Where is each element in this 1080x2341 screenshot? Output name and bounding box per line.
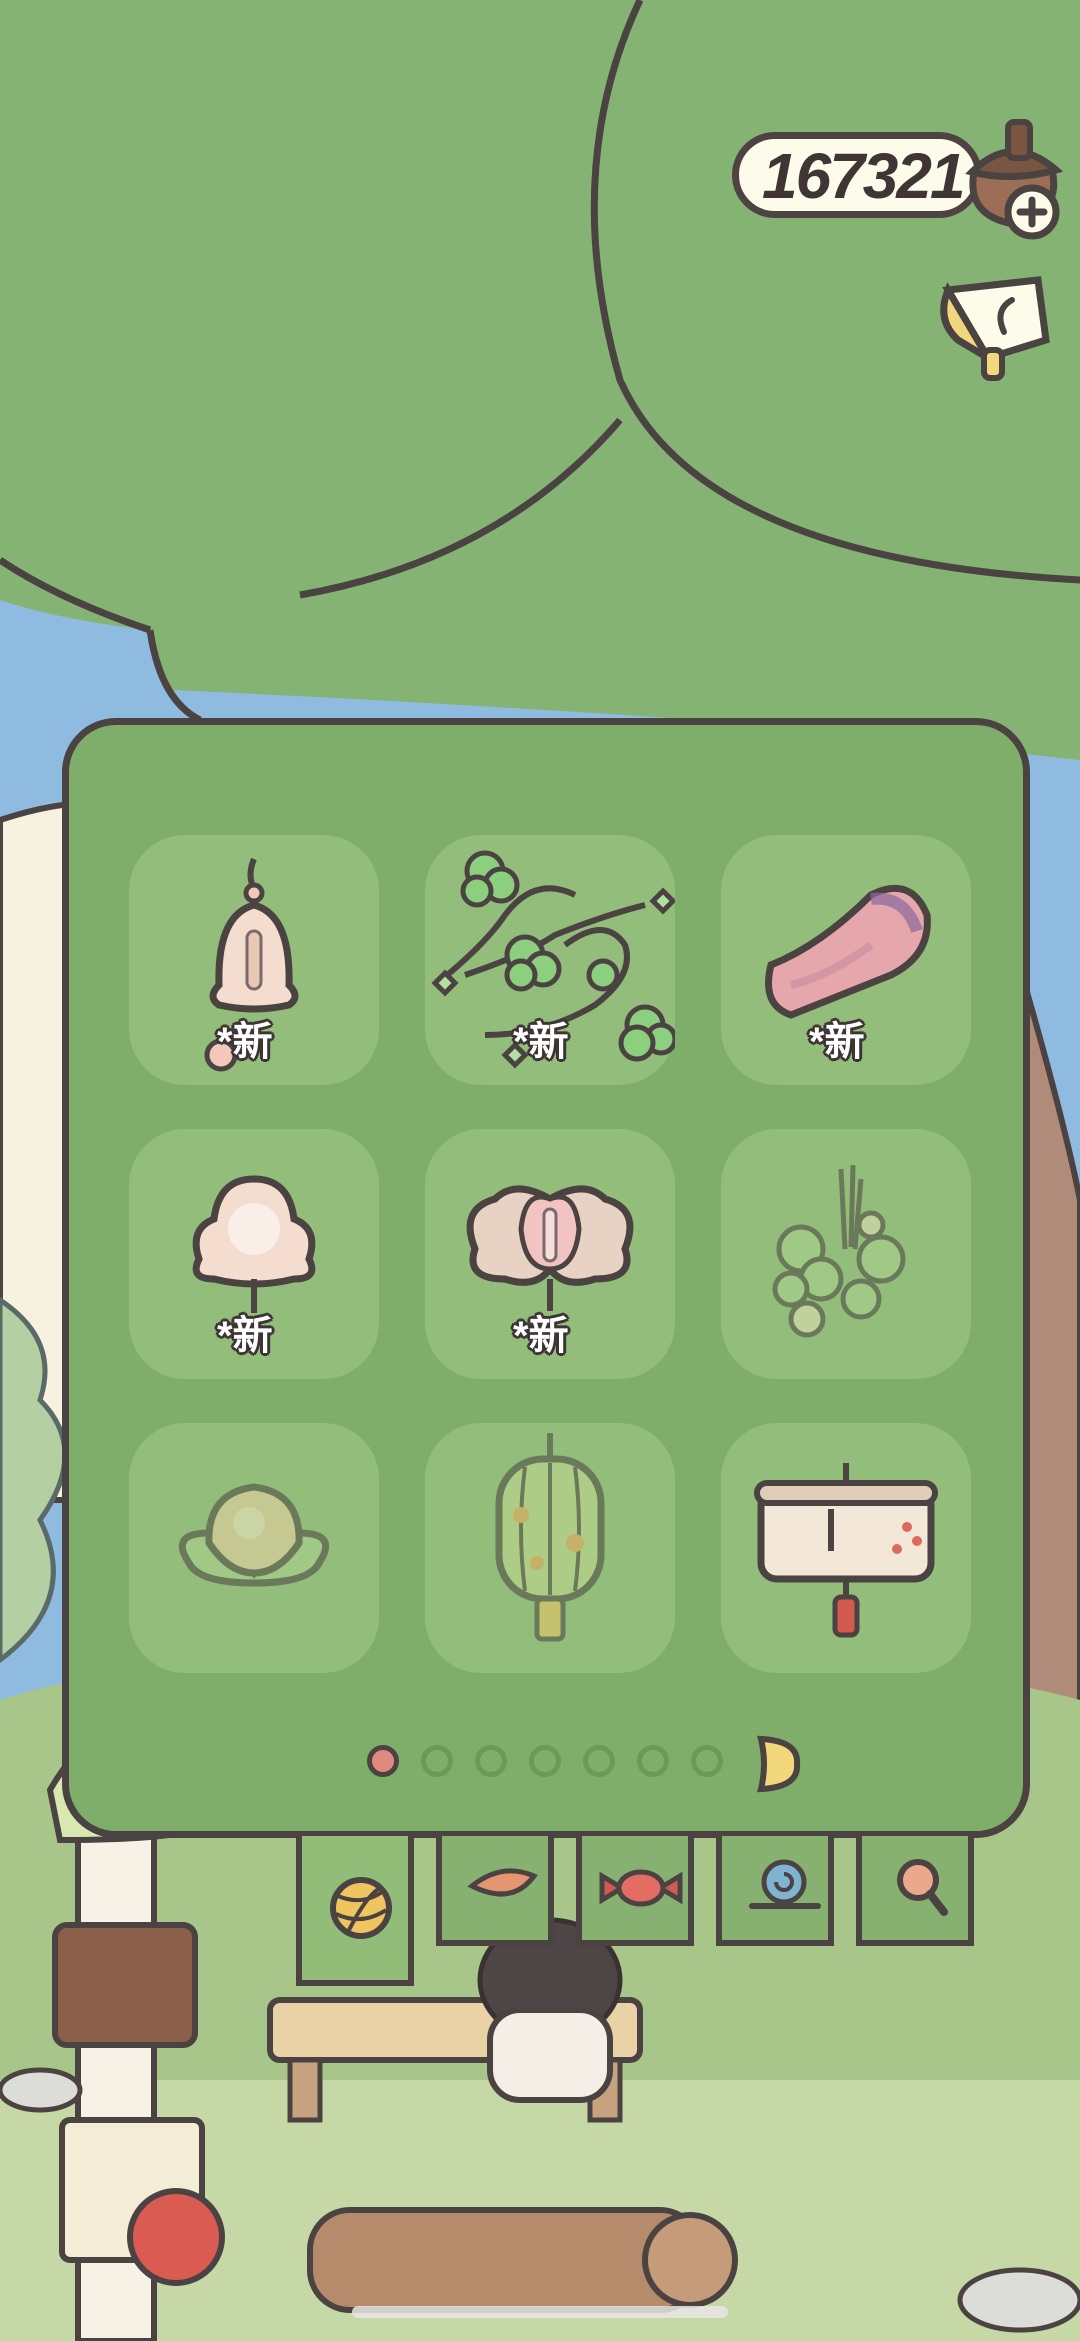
item-slot-8[interactable]: [425, 1423, 675, 1673]
tab-leaf[interactable]: [436, 1836, 554, 1946]
tab-search[interactable]: [856, 1836, 974, 1946]
item-panel: *新 *新 *新 *新 *新: [62, 718, 1030, 1838]
item-slot-7[interactable]: [129, 1423, 379, 1673]
item-slot-5[interactable]: *新: [425, 1129, 675, 1379]
page-dot-6[interactable]: [637, 1745, 669, 1777]
page-dot-5[interactable]: [583, 1745, 615, 1777]
herb-bouquet-icon: [772, 1164, 906, 1338]
tab-snail[interactable]: [716, 1836, 834, 1946]
item-slot-9[interactable]: [721, 1423, 971, 1673]
page-dot-2[interactable]: [421, 1745, 453, 1777]
drum-lantern-icon: [754, 1463, 938, 1638]
item-slot-6[interactable]: [721, 1129, 971, 1379]
yarn-ball-icon: [330, 1877, 392, 1939]
candy-icon: [599, 1869, 683, 1907]
currency-amount: 167321: [762, 140, 966, 212]
acorn-plus-icon[interactable]: [952, 112, 1072, 242]
paper-lantern-icon: [495, 1433, 605, 1642]
new-badge: *新: [217, 1314, 273, 1358]
page-dot-4[interactable]: [529, 1745, 561, 1777]
leaf-icon: [467, 1868, 538, 1897]
home-indicator[interactable]: [352, 2306, 728, 2318]
item-slot-3[interactable]: *新: [721, 835, 971, 1085]
page-dot-1[interactable]: [367, 1745, 399, 1777]
peach-bun-icon: [178, 1483, 330, 1587]
magnifier-icon: [897, 1859, 948, 1916]
notice-flag-icon[interactable]: [928, 270, 1058, 390]
page-dot-7[interactable]: [691, 1745, 723, 1777]
tab-yarn[interactable]: [296, 1836, 414, 1986]
next-page-arrow-icon[interactable]: [755, 1735, 801, 1793]
new-badge: *新: [809, 1020, 865, 1064]
item-slot-2[interactable]: *新: [425, 835, 675, 1085]
tab-candy[interactable]: [576, 1836, 694, 1946]
page-dot-3[interactable]: [475, 1745, 507, 1777]
snail-icon: [749, 1859, 821, 1909]
item-slot-1[interactable]: *新: [129, 835, 379, 1085]
item-slot-4[interactable]: *新: [129, 1129, 379, 1379]
new-badge: *新: [513, 1020, 569, 1064]
new-badge: *新: [513, 1314, 569, 1358]
page-indicator: [367, 1735, 817, 1793]
new-badge: *新: [217, 1020, 273, 1064]
